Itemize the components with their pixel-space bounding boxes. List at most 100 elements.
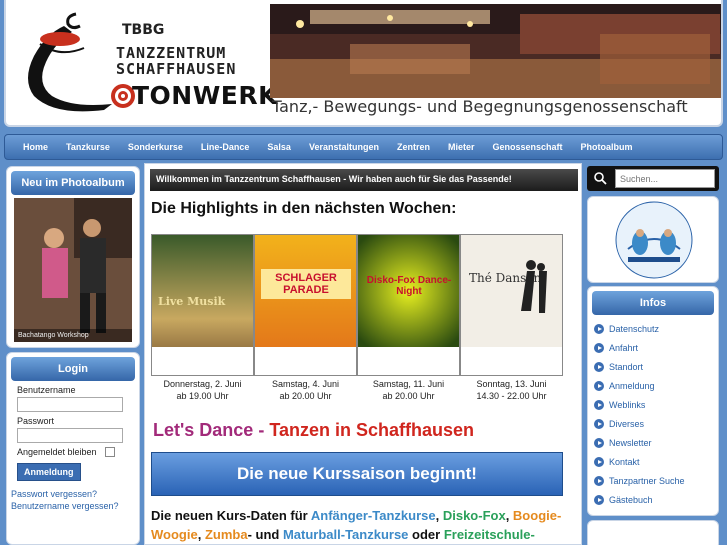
login-box: Login Benutzername Passwort Angemeldet b… (6, 352, 140, 545)
nav-tanzkurse[interactable]: Tanzkurse (66, 142, 110, 152)
kurs-link-freizeit[interactable]: Freizeitschule- (444, 527, 535, 542)
username-input[interactable] (17, 397, 123, 412)
arrow-icon (594, 418, 604, 429)
event-4[interactable]: Thé Dansant Sonntag, 13. Juni 14.30 - 22… (460, 234, 563, 402)
main-content: Willkommen im Tanzzentrum Schaffhausen -… (144, 163, 582, 545)
nav-veranstaltungen[interactable]: Veranstaltungen (309, 142, 379, 152)
remember-row: Angemeldet bleiben (17, 447, 139, 457)
kurs-sep-3: , (197, 527, 205, 542)
welcome-bar: Willkommen im Tanzzentrum Schaffhausen -… (150, 169, 578, 191)
kurs-sep-2: , (505, 508, 513, 523)
infos-item-diverses[interactable]: Diverses (588, 414, 718, 433)
rhine-river-dancers-logo (615, 201, 693, 279)
username-label: Benutzername (17, 385, 76, 395)
infos-item-label: Datenschutz (609, 323, 660, 334)
kurs-link-anfaenger[interactable]: Anfänger-Tanzkurse (311, 508, 436, 523)
letsdance-part-b: Tanzen in Schaffhausen (269, 420, 475, 440)
right-box-bottom (587, 520, 719, 545)
logo-tbbg: TBBG (122, 22, 165, 38)
infos-title: Infos (592, 291, 714, 315)
event-poster-1[interactable]: Live Musik (151, 234, 254, 376)
event-time-4: 14.30 - 22.00 Uhr (476, 391, 547, 401)
infos-item-anfahrt[interactable]: Anfahrt (588, 338, 718, 357)
kurs-sep-5: oder (408, 527, 444, 542)
event-poster-3-text: Disko-Fox Dance-Night (366, 275, 452, 297)
event-poster-1-text: Live Musik (158, 295, 226, 308)
remember-checkbox[interactable] (104, 447, 115, 457)
photo-caption: Bachatango Workshop (14, 329, 132, 342)
arrow-icon (594, 475, 604, 486)
arrow-icon (594, 342, 604, 353)
infos-item-kontakt[interactable]: Kontakt (588, 452, 718, 471)
event-poster-2[interactable]: SCHLAGER PARADE (254, 234, 357, 376)
infos-item-newsletter[interactable]: Newsletter (588, 433, 718, 452)
infos-item-label: Gästebuch (609, 494, 653, 505)
infos-item-anmeldung[interactable]: Anmeldung (588, 376, 718, 395)
logo-line-2: SCHAFFHAUSEN (116, 60, 237, 78)
forgot-username-link[interactable]: Benutzername vergessen? (11, 501, 139, 511)
event-time-3: ab 20.00 Uhr (382, 391, 435, 401)
infos-item-datenschutz[interactable]: Datenschutz (588, 319, 718, 338)
event-date-1: Donnerstag, 2. Juni (163, 379, 242, 389)
arrow-icon (594, 399, 604, 410)
arrow-icon (594, 380, 604, 391)
infos-item-label: Kontakt (609, 456, 640, 467)
kurs-link-zumba[interactable]: Zumba (205, 527, 248, 542)
nav-sonderkurse[interactable]: Sonderkurse (128, 142, 183, 152)
login-button[interactable]: Anmeldung (17, 463, 81, 481)
infos-box: Infos Datenschutz Anfahrt Standort Anmel… (587, 286, 719, 516)
arrow-icon (594, 494, 604, 505)
logo-tonwerk: TONWERK (132, 81, 279, 110)
hero-image (270, 4, 721, 98)
kurs-intro: Die neuen Kurs-Daten für (151, 508, 311, 523)
kurs-text: Die neuen Kurs-Daten für Anfänger-Tanzku… (151, 506, 571, 544)
event-2[interactable]: SCHLAGER PARADE Samstag, 4. Juni ab 20.0… (254, 234, 357, 402)
arrow-icon (594, 323, 604, 334)
arrow-icon (594, 437, 604, 448)
nav-mieter[interactable]: Mieter (448, 142, 475, 152)
arrow-icon (594, 361, 604, 372)
infos-item-label: Diverses (609, 418, 645, 429)
event-time-2: ab 20.00 Uhr (279, 391, 332, 401)
site-logo[interactable]: TBBG TANZZENTRUM SCHAFFHAUSEN TONWERK (14, 6, 278, 118)
event-3[interactable]: Disko-Fox Dance-Night Samstag, 11. Juni … (357, 234, 460, 402)
infos-item-standort[interactable]: Standort (588, 357, 718, 376)
highlights-title: Die Highlights in den nächsten Wochen: (151, 200, 457, 217)
kurs-sep-4: - und (247, 527, 283, 542)
event-1[interactable]: Live Musik Donnerstag, 2. Juni ab 19.00 … (151, 234, 254, 402)
search-icon[interactable] (593, 171, 607, 185)
search-box (587, 166, 719, 191)
site-header: TBBG TANZZENTRUM SCHAFFHAUSEN TONWERK Ta… (4, 0, 723, 127)
nav-salsa[interactable]: Salsa (267, 142, 291, 152)
letsdance-part-a: Let's Dance (153, 420, 254, 440)
login-title: Login (11, 357, 135, 381)
kurs-link-disko[interactable]: Disko-Fox (443, 508, 506, 523)
rhine-river-dancers-box[interactable] (587, 196, 719, 283)
events-row: Live Musik Donnerstag, 2. Juni ab 19.00 … (151, 234, 563, 402)
infos-item-weblinks[interactable]: Weblinks (588, 395, 718, 414)
photoalbum-image[interactable]: Bachatango Workshop (14, 198, 132, 342)
event-poster-4[interactable]: Thé Dansant (460, 234, 563, 376)
main-nav: Home Tanzkurse Sonderkurse Line-Dance Sa… (4, 134, 723, 160)
kurs-sep-1: , (435, 508, 443, 523)
forgot-password-link[interactable]: Passwort vergessen? (11, 489, 139, 499)
event-poster-3[interactable]: Disko-Fox Dance-Night (357, 234, 460, 376)
infos-item-tanzpartner-suche[interactable]: Tanzpartner Suche (588, 471, 718, 490)
infos-item-gaestebuch[interactable]: Gästebuch (588, 490, 718, 509)
nav-photoalbum[interactable]: Photoalbum (581, 142, 633, 152)
event-date-2: Samstag, 4. Juni (271, 379, 340, 389)
event-poster-2-text: SCHLAGER PARADE (261, 269, 351, 299)
event-date-4: Sonntag, 13. Juni (476, 379, 547, 389)
kurs-link-maturball[interactable]: Maturball-Tanzkurse (283, 527, 408, 542)
nav-zentren[interactable]: Zentren (397, 142, 430, 152)
event-date-3: Samstag, 11. Juni (372, 379, 445, 389)
remember-label: Angemeldet bleiben (17, 447, 97, 457)
nav-genossenschaft[interactable]: Genossenschaft (493, 142, 563, 152)
infos-item-label: Tanzpartner Suche (609, 475, 685, 486)
nav-line-dance[interactable]: Line-Dance (201, 142, 250, 152)
kurssaison-banner[interactable]: Die neue Kurssaison beginnt! (151, 452, 563, 496)
password-input[interactable] (17, 428, 123, 443)
nav-home[interactable]: Home (23, 142, 48, 152)
search-input[interactable] (615, 169, 715, 188)
letsdance-heading: Let's Dance - Tanzen in Schaffhausen (153, 420, 474, 441)
